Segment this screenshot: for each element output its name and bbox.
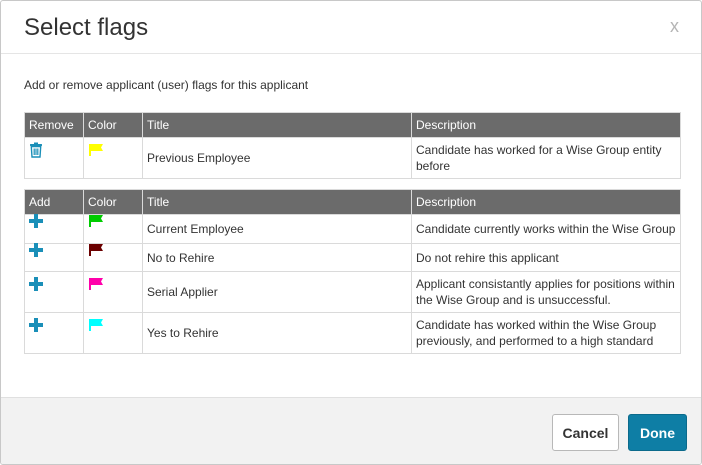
- flag-title: Current Employee: [142, 214, 412, 244]
- dialog-footer: Cancel Done: [1, 397, 701, 464]
- flag-icon: [88, 277, 104, 291]
- dialog-title: Select flags: [24, 14, 149, 41]
- table-header-row: Remove Color Title Description: [24, 112, 681, 138]
- remove-cell: [24, 137, 84, 179]
- table-row: Serial Applier Applicant consistantly ap…: [24, 271, 681, 313]
- flag-description: Do not rehire this applicant: [411, 243, 681, 272]
- flag-description: Candidate has worked within the Wise Gro…: [411, 312, 681, 354]
- table-row: Current Employee Candidate currently wor…: [24, 214, 681, 244]
- color-cell: [83, 271, 143, 313]
- flag-title: No to Rehire: [142, 243, 412, 272]
- available-flags-table: Add Color Title Description Current Empl…: [24, 189, 681, 354]
- table-header-row: Add Color Title Description: [24, 189, 681, 215]
- column-header-title: Title: [142, 189, 412, 215]
- flag-icon: [88, 143, 104, 157]
- table-row: No to Rehire Do not rehire this applican…: [24, 242, 681, 272]
- flag-title: Yes to Rehire: [142, 312, 412, 354]
- add-cell: [24, 214, 84, 244]
- plus-icon[interactable]: [29, 242, 43, 257]
- close-icon[interactable]: x: [670, 15, 679, 37]
- flag-description: Candidate currently works within the Wis…: [411, 214, 681, 244]
- select-flags-dialog: Select flags x Add or remove applicant (…: [0, 0, 702, 465]
- table-row: Yes to Rehire Candidate has worked withi…: [24, 312, 681, 354]
- color-cell: [83, 214, 143, 244]
- flag-icon: [88, 318, 104, 332]
- color-cell: [83, 243, 143, 272]
- column-header-description: Description: [411, 189, 681, 215]
- column-header-description: Description: [411, 112, 681, 138]
- color-cell: [83, 312, 143, 354]
- flag-icon: [88, 214, 104, 228]
- flag-description: Candidate has worked for a Wise Group en…: [411, 137, 681, 179]
- plus-icon[interactable]: [29, 318, 43, 332]
- intro-text: Add or remove applicant (user) flags for…: [24, 78, 309, 92]
- table-row: Previous Employee Candidate has worked f…: [24, 137, 681, 179]
- flag-title: Serial Applier: [142, 271, 412, 313]
- trash-icon[interactable]: [29, 142, 43, 158]
- add-cell: [24, 242, 84, 272]
- column-header-color: Color: [83, 112, 143, 138]
- cancel-button[interactable]: Cancel: [552, 414, 619, 451]
- flag-icon: [88, 243, 104, 257]
- dialog-header: Select flags x: [1, 1, 701, 54]
- add-cell: [24, 312, 84, 354]
- done-button[interactable]: Done: [628, 414, 687, 451]
- column-header-color: Color: [83, 189, 143, 215]
- plus-icon[interactable]: [29, 214, 43, 228]
- color-cell: [83, 137, 143, 179]
- column-header-add: Add: [24, 189, 84, 215]
- add-cell: [24, 271, 84, 313]
- column-header-title: Title: [142, 112, 412, 138]
- flag-description: Applicant consistantly applies for posit…: [411, 271, 681, 313]
- assigned-flags-table: Remove Color Title Description Previous …: [24, 112, 681, 179]
- flag-title: Previous Employee: [142, 137, 412, 179]
- column-header-remove: Remove: [24, 112, 84, 138]
- plus-icon[interactable]: [29, 277, 43, 291]
